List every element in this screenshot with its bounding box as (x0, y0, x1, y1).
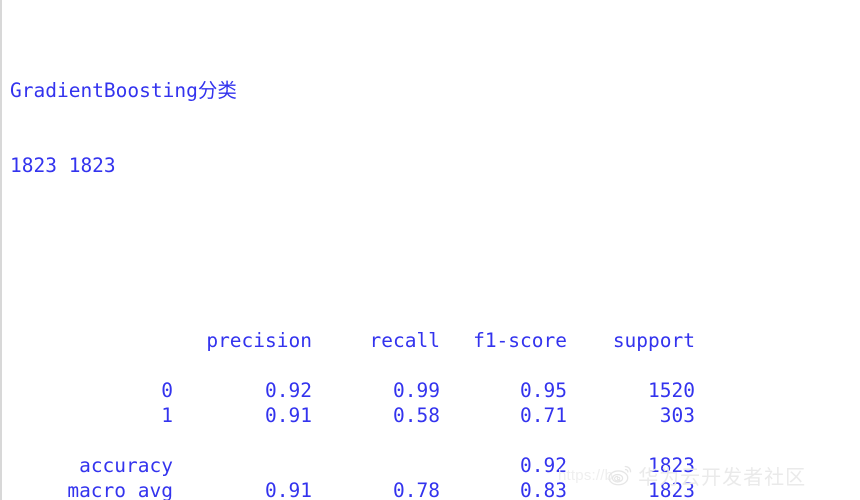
header-cell-support: support (612, 329, 695, 352)
table-row: 1 0.91 0.58 0.71 303 (10, 403, 695, 428)
table-header-row: precision recall f1-score support (10, 328, 695, 353)
row-support: 1823 (648, 479, 695, 500)
row-support: 303 (659, 404, 695, 427)
row-recall (312, 453, 440, 478)
row-label: 1 (161, 404, 173, 427)
table-spacer-row-1 (10, 353, 695, 378)
header-cell-precision: precision (206, 329, 312, 352)
header-cell-recall: recall (369, 329, 440, 352)
row-precision: 0.91 (265, 479, 312, 500)
classification-report-table: precision recall f1-score support 0 0.92… (10, 328, 695, 500)
console-text-block: GradientBoosting分类 1823 1823 precision r… (2, 0, 860, 500)
table-row: macro avg 0.91 0.78 0.83 1823 (10, 478, 695, 500)
table-spacer-row-2 (10, 428, 695, 453)
row-f1-score: 0.83 (520, 479, 567, 500)
row-recall: 0.58 (393, 404, 440, 427)
title-line: GradientBoosting分类 (10, 79, 237, 102)
row-f1-score: 0.71 (520, 404, 567, 427)
row-label: macro avg (67, 479, 173, 500)
row-recall: 0.99 (393, 379, 440, 402)
row-support: 1823 (648, 454, 695, 477)
table-row: 0 0.92 0.99 0.95 1520 (10, 378, 695, 403)
table-row: accuracy 0.92 1823 (10, 453, 695, 478)
row-f1-score: 0.92 (520, 454, 567, 477)
row-support: 1520 (648, 379, 695, 402)
spacer-cell (10, 353, 695, 378)
header-cell-label (10, 328, 173, 353)
header-cell-f1-score: f1-score (473, 329, 567, 352)
spacer-cell (10, 428, 695, 453)
row-precision (173, 453, 312, 478)
row-precision: 0.91 (265, 404, 312, 427)
row-f1-score: 0.95 (520, 379, 567, 402)
row-precision: 0.92 (265, 379, 312, 402)
row-label: accuracy (79, 454, 173, 477)
console-output-screen: GradientBoosting分类 1823 1823 precision r… (0, 0, 860, 500)
row-label: 0 (161, 379, 173, 402)
row-recall: 0.78 (393, 479, 440, 500)
counts-line: 1823 1823 (10, 154, 116, 177)
